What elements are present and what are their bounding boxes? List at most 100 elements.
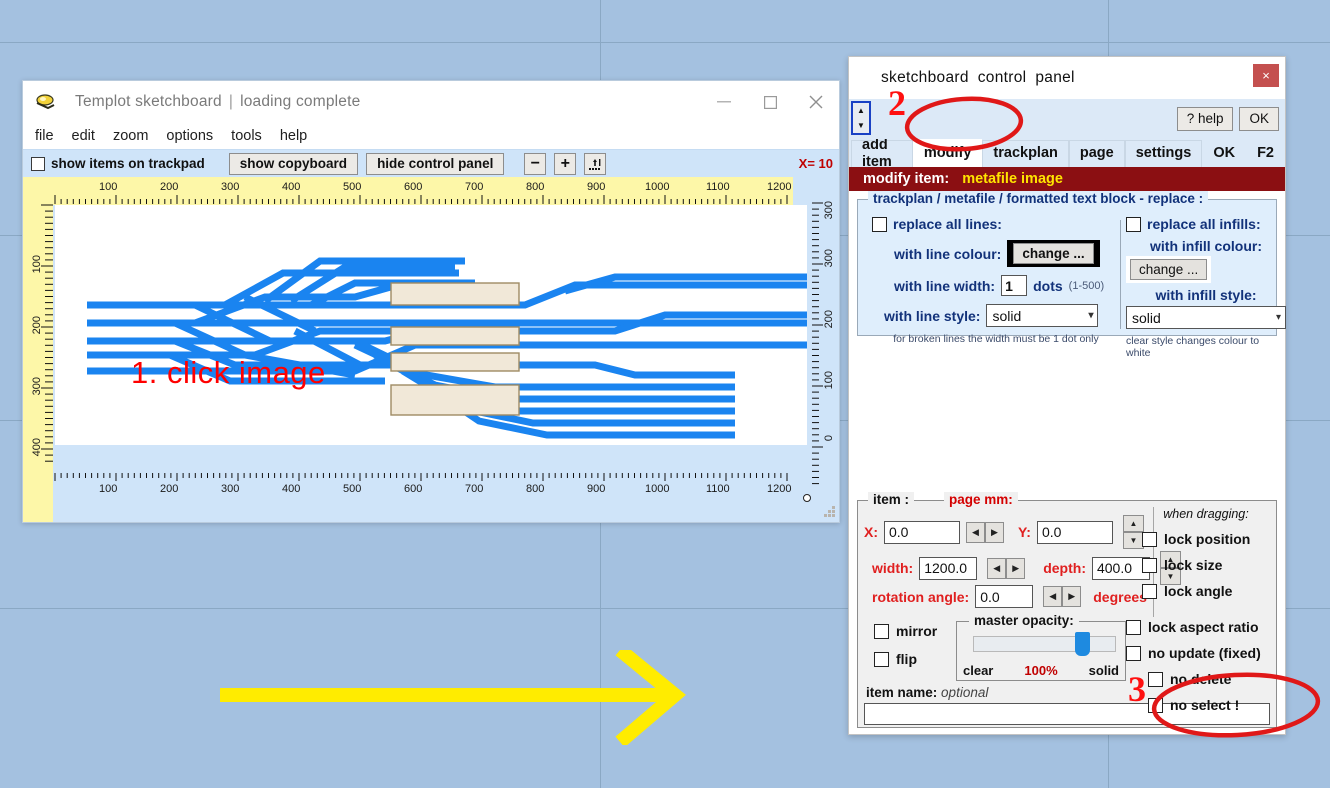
x-step-right-icon[interactable]: ▶ — [985, 521, 1004, 543]
panel-help-buttons: ? help OK — [1176, 107, 1279, 131]
menu-item-zoom[interactable]: zoom — [113, 128, 148, 144]
tab-trackplan[interactable]: trackplan — [982, 140, 1069, 167]
menu-item-help[interactable]: help — [280, 128, 307, 144]
width-input[interactable]: 1200.0 — [919, 556, 978, 580]
ok-button[interactable]: OK — [1239, 107, 1279, 131]
lock-aspect-ratio-checkbox[interactable]: lock aspect ratio — [1126, 619, 1272, 635]
flip-checkbox-box[interactable] — [874, 651, 889, 667]
replace-all-infills-box[interactable] — [1126, 216, 1141, 232]
ruler-top-label: 800 — [526, 181, 545, 193]
maximize-icon[interactable] — [747, 81, 793, 123]
menu-item-edit[interactable]: edit — [72, 128, 95, 144]
no-update-box[interactable] — [1126, 645, 1141, 661]
line-colour-change-button[interactable]: change ... — [1013, 243, 1094, 264]
sketchboard-control-panel: sketchboard control panel × ▲ ▼ ? help O… — [848, 56, 1286, 735]
rotation-stepper[interactable]: ◀ ▶ — [1043, 586, 1082, 607]
flip-label: flip — [896, 651, 917, 667]
spinner-up-icon[interactable]: ▲ — [857, 106, 865, 115]
no-delete-checkbox[interactable]: no delete — [1126, 671, 1272, 687]
show-items-label: show items on trackpad — [51, 156, 205, 171]
y-step-down-icon[interactable]: ▼ — [1122, 532, 1144, 549]
resize-grip[interactable] — [823, 506, 836, 519]
ruler-bottom-label: 100 — [99, 483, 118, 495]
x-step-left-icon[interactable]: ◀ — [966, 521, 985, 543]
opacity-slider-thumb[interactable] — [1075, 632, 1090, 656]
selection-handle[interactable] — [803, 494, 811, 502]
zoom-in-button[interactable]: + — [554, 152, 577, 175]
mirror-checkbox[interactable]: mirror — [874, 623, 937, 639]
width-label: width: — [872, 560, 914, 576]
line-width-row: with line width: 1 dots (1-500) — [872, 275, 1120, 296]
lock-angle-checkbox[interactable]: lock angle — [1142, 583, 1270, 599]
trackpad-canvas[interactable]: 100 200 300 400 500 600 700 800 900 1000… — [23, 177, 839, 522]
item-name-hint: optional — [941, 685, 989, 700]
tab-page[interactable]: page — [1068, 140, 1125, 167]
lock-aspect-ratio-box[interactable] — [1126, 619, 1141, 635]
control-panel-titlebar: sketchboard control panel × — [849, 57, 1285, 99]
no-select-checkbox[interactable]: no select ! — [1126, 697, 1272, 713]
rotation-step-right-icon[interactable]: ▶ — [1062, 586, 1082, 607]
control-panel-title: sketchboard control panel — [849, 69, 1075, 87]
ruler-top-label: 1100 — [706, 181, 730, 193]
show-items-checkbox-box[interactable] — [31, 156, 45, 171]
show-copyboard-button[interactable]: show copyboard — [228, 152, 359, 175]
line-style-select[interactable]: solid ▾ — [986, 304, 1099, 327]
ruler-bottom-label: 500 — [343, 483, 362, 495]
replace-all-infills-checkbox[interactable]: replace all infills: — [1126, 216, 1286, 232]
lock-angle-box[interactable] — [1142, 583, 1157, 599]
lock-position-checkbox[interactable]: lock position — [1142, 531, 1270, 547]
lock-position-box[interactable] — [1142, 531, 1157, 547]
width-step-right-icon[interactable]: ▶ — [1006, 557, 1026, 579]
control-panel-close-icon[interactable]: × — [1253, 64, 1279, 87]
mirror-checkbox-box[interactable] — [874, 623, 889, 639]
tab-settings[interactable]: settings — [1124, 140, 1203, 167]
flip-checkbox[interactable]: flip — [874, 651, 917, 667]
opacity-value-label: 100% — [1024, 663, 1058, 678]
ruler-left-label: 300 — [31, 377, 43, 396]
tab-modify[interactable]: modify — [912, 139, 983, 167]
ruler-left — [23, 177, 53, 522]
spinner-down-icon[interactable]: ▼ — [857, 121, 865, 130]
y-step-up-icon[interactable]: ▲ — [1122, 515, 1144, 532]
metafile-infill-rects[interactable] — [55, 205, 807, 445]
y-input[interactable]: 0.0 — [1036, 520, 1113, 544]
replace-all-lines-checkbox[interactable]: replace all lines: — [872, 216, 1120, 232]
no-delete-label: no delete — [1170, 671, 1232, 687]
no-select-box[interactable] — [1148, 697, 1163, 713]
menu-item-file[interactable]: file — [35, 128, 54, 144]
line-width-input[interactable]: 1 — [1001, 275, 1028, 296]
x-input[interactable]: 0.0 — [884, 520, 960, 544]
y-stepper[interactable]: ▲ ▼ — [1122, 515, 1144, 549]
tab-add-item[interactable]: add item — [851, 137, 913, 170]
rotation-step-left-icon[interactable]: ◀ — [1043, 586, 1063, 607]
x-stepper[interactable]: ◀ ▶ — [966, 521, 1004, 543]
window-title-text: Templot sketchboard — [75, 93, 222, 110]
tab-ok[interactable]: OK — [1202, 140, 1246, 167]
ruler-bottom-label: 400 — [282, 483, 301, 495]
infill-colour-change-button[interactable]: change ... — [1130, 259, 1208, 280]
xy-row: X: 0.0 ◀ ▶ Y: 0.0 ▲ ▼ — [864, 515, 1144, 549]
help-button[interactable]: ? help — [1176, 107, 1234, 131]
minimize-icon[interactable] — [701, 81, 747, 123]
hide-control-panel-button[interactable]: hide control panel — [366, 152, 505, 175]
zoom-out-button[interactable]: − — [524, 152, 547, 175]
infill-style-select[interactable]: solid ▾ — [1126, 306, 1286, 329]
menu-item-options[interactable]: options — [166, 128, 213, 144]
close-icon[interactable] — [793, 81, 839, 123]
width-stepper[interactable]: ◀ ▶ — [987, 557, 1026, 579]
no-update-checkbox[interactable]: no update (fixed) — [1126, 645, 1272, 661]
fit-to-page-icon[interactable] — [584, 152, 607, 175]
panel-scroll-spinner[interactable]: ▲ ▼ — [851, 101, 871, 135]
replace-all-lines-box[interactable] — [872, 216, 887, 232]
tab-f2[interactable]: F2 — [1246, 140, 1285, 167]
lock-size-checkbox[interactable]: lock size — [1142, 557, 1270, 573]
width-step-left-icon[interactable]: ◀ — [987, 557, 1007, 579]
lock-size-box[interactable] — [1142, 557, 1157, 573]
no-delete-box[interactable] — [1148, 671, 1163, 687]
menu-item-tools[interactable]: tools — [231, 128, 262, 144]
rotation-angle-input[interactable]: 0.0 — [975, 585, 1034, 608]
control-panel-body: trackplan / metafile / formatted text bl… — [849, 191, 1286, 734]
opacity-slider-track[interactable] — [973, 636, 1116, 652]
show-items-on-trackpad-checkbox[interactable]: show items on trackpad — [31, 156, 205, 171]
cp-title-word-1: sketchboard — [881, 69, 969, 86]
